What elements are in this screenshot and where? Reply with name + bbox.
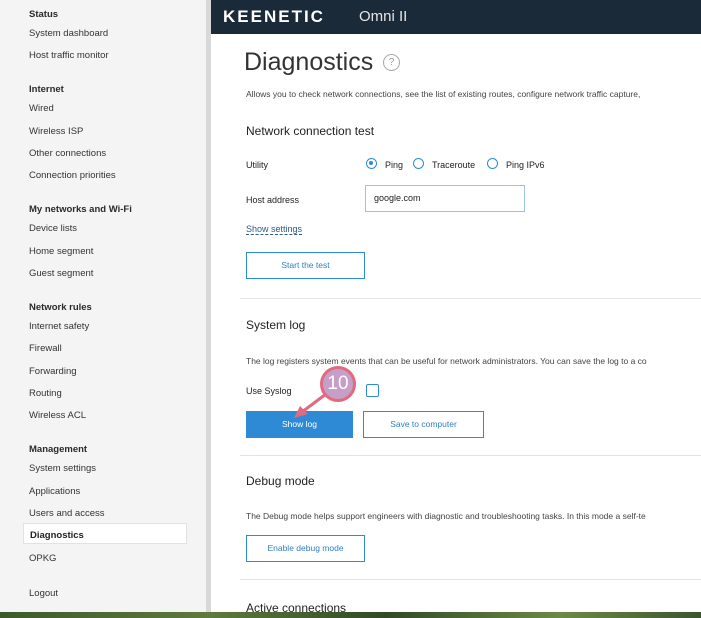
sidebar-item-guest-segment[interactable]: Guest segment xyxy=(29,268,93,279)
sidebar-item-users-and-access[interactable]: Users and access xyxy=(29,508,105,519)
use-syslog-checkbox[interactable] xyxy=(366,384,379,397)
desktop-background-strip xyxy=(0,612,701,618)
device-model: Omni II xyxy=(359,8,408,25)
show-settings-link[interactable]: Show settings xyxy=(246,224,303,235)
page-title: Diagnostics xyxy=(244,48,374,76)
host-address-input[interactable]: google.com xyxy=(365,185,525,212)
debug-mode-title: Debug mode xyxy=(246,474,315,488)
sidebar-section-my-networks: My networks and Wi-Fi xyxy=(29,204,132,215)
start-test-button[interactable]: Start the test xyxy=(246,252,365,279)
sidebar-item-logout[interactable]: Logout xyxy=(29,588,58,599)
brand-logo[interactable]: KEENETIC xyxy=(223,7,325,27)
radio-ping-ipv6-label[interactable]: Ping IPv6 xyxy=(506,160,545,170)
sidebar-item-home-segment[interactable]: Home segment xyxy=(29,246,93,257)
sidebar-item-device-lists[interactable]: Device lists xyxy=(29,223,77,234)
sidebar-item-wireless-acl[interactable]: Wireless ACL xyxy=(29,410,86,421)
sidebar-section-network-rules: Network rules xyxy=(29,302,92,313)
sidebar-item-host-traffic-monitor[interactable]: Host traffic monitor xyxy=(29,50,109,61)
sidebar-item-forwarding[interactable]: Forwarding xyxy=(29,366,77,377)
sidebar-section-management: Management xyxy=(29,444,88,455)
sidebar-section-status: Status xyxy=(29,9,59,20)
sidebar-item-other-connections[interactable]: Other connections xyxy=(29,148,106,159)
divider xyxy=(240,298,701,299)
page-description: Allows you to check network connections,… xyxy=(246,89,641,99)
sidebar-item-connection-priorities[interactable]: Connection priorities xyxy=(29,170,116,181)
utility-label: Utility xyxy=(246,160,268,170)
sidebar-item-internet-safety[interactable]: Internet safety xyxy=(29,321,89,332)
divider xyxy=(240,455,701,456)
system-log-description: The log registers system events that can… xyxy=(246,356,647,366)
top-header: KEENETIC Omni II xyxy=(211,0,701,34)
system-log-title: System log xyxy=(246,318,306,332)
sidebar-item-opkg[interactable]: OPKG xyxy=(29,553,56,564)
sidebar-item-system-dashboard[interactable]: System dashboard xyxy=(29,28,108,39)
sidebar-item-wired[interactable]: Wired xyxy=(29,103,54,114)
help-icon[interactable]: ? xyxy=(383,54,400,71)
radio-traceroute-label[interactable]: Traceroute xyxy=(432,160,475,170)
sidebar: Status System dashboard Host traffic mon… xyxy=(0,0,206,618)
connection-test-title: Network connection test xyxy=(246,124,375,138)
step-number-marker: 10 xyxy=(320,366,356,402)
enable-debug-mode-button[interactable]: Enable debug mode xyxy=(246,535,365,562)
host-address-label: Host address xyxy=(246,195,300,205)
debug-mode-description: The Debug mode helps support engineers w… xyxy=(246,511,646,521)
active-connections-title: Active connections xyxy=(246,601,347,612)
radio-ping-ipv6[interactable] xyxy=(487,158,498,169)
divider xyxy=(240,579,701,580)
radio-ping-label[interactable]: Ping xyxy=(385,160,403,170)
sidebar-section-internet: Internet xyxy=(29,84,64,95)
sidebar-item-system-settings[interactable]: System settings xyxy=(29,463,96,474)
show-log-button[interactable]: Show log xyxy=(246,411,353,438)
radio-traceroute[interactable] xyxy=(413,158,424,169)
sidebar-item-applications[interactable]: Applications xyxy=(29,486,80,497)
sidebar-item-firewall[interactable]: Firewall xyxy=(29,343,62,354)
radio-ping[interactable] xyxy=(366,158,377,169)
use-syslog-label: Use Syslog xyxy=(246,386,292,396)
sidebar-item-wireless-isp[interactable]: Wireless ISP xyxy=(29,126,83,137)
sidebar-item-diagnostics[interactable]: Diagnostics xyxy=(30,530,84,541)
save-to-computer-button[interactable]: Save to computer xyxy=(363,411,484,438)
main-content: Diagnostics ? Allows you to check networ… xyxy=(211,34,701,612)
sidebar-item-routing[interactable]: Routing xyxy=(29,388,62,399)
